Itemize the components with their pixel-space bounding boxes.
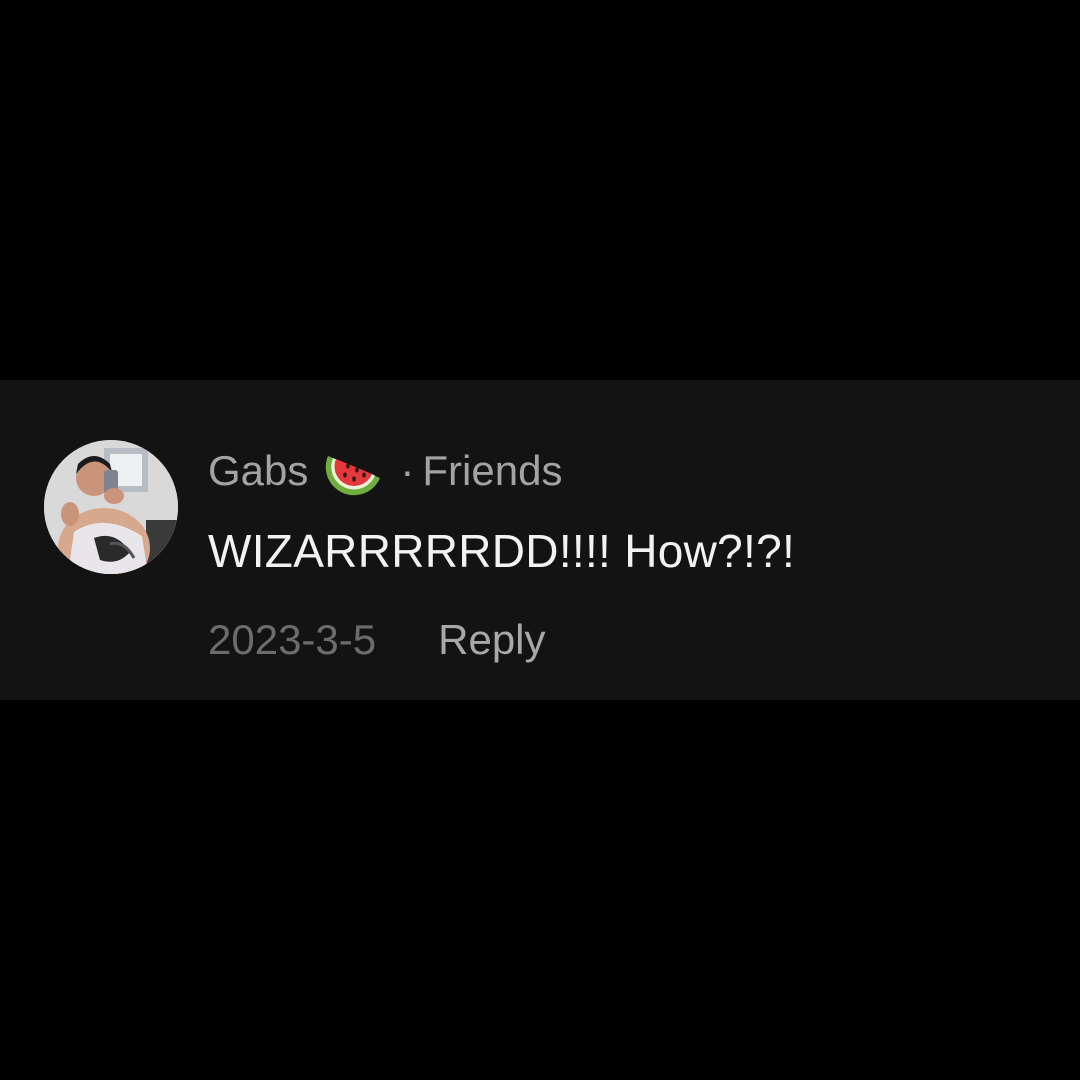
comment-item: Gabs · Friends WIZARRRRRDD!!!! How?!?! 2… xyxy=(0,380,1080,700)
avatar[interactable] xyxy=(44,440,178,574)
meta-separator: · xyxy=(400,447,415,494)
comment-body: Gabs · Friends WIZARRRRRDD!!!! How?!?! 2… xyxy=(208,446,1040,664)
relation-label: Friends xyxy=(422,447,563,494)
comment-timestamp: 2023-3-5 xyxy=(208,616,377,663)
avatar-photo xyxy=(44,440,178,574)
username[interactable]: Gabs xyxy=(208,447,308,495)
comment-footer: 2023-3-5 Reply xyxy=(208,616,1040,664)
comment-text: WIZARRRRRDD!!!! How?!?! xyxy=(208,525,796,577)
comment-meta: Gabs · Friends xyxy=(208,446,1040,496)
screen: Gabs · Friends WIZARRRRRDD!!!! How?!?! 2… xyxy=(0,0,1080,1080)
watermelon-icon xyxy=(324,446,384,496)
reply-button[interactable]: Reply xyxy=(438,616,545,664)
